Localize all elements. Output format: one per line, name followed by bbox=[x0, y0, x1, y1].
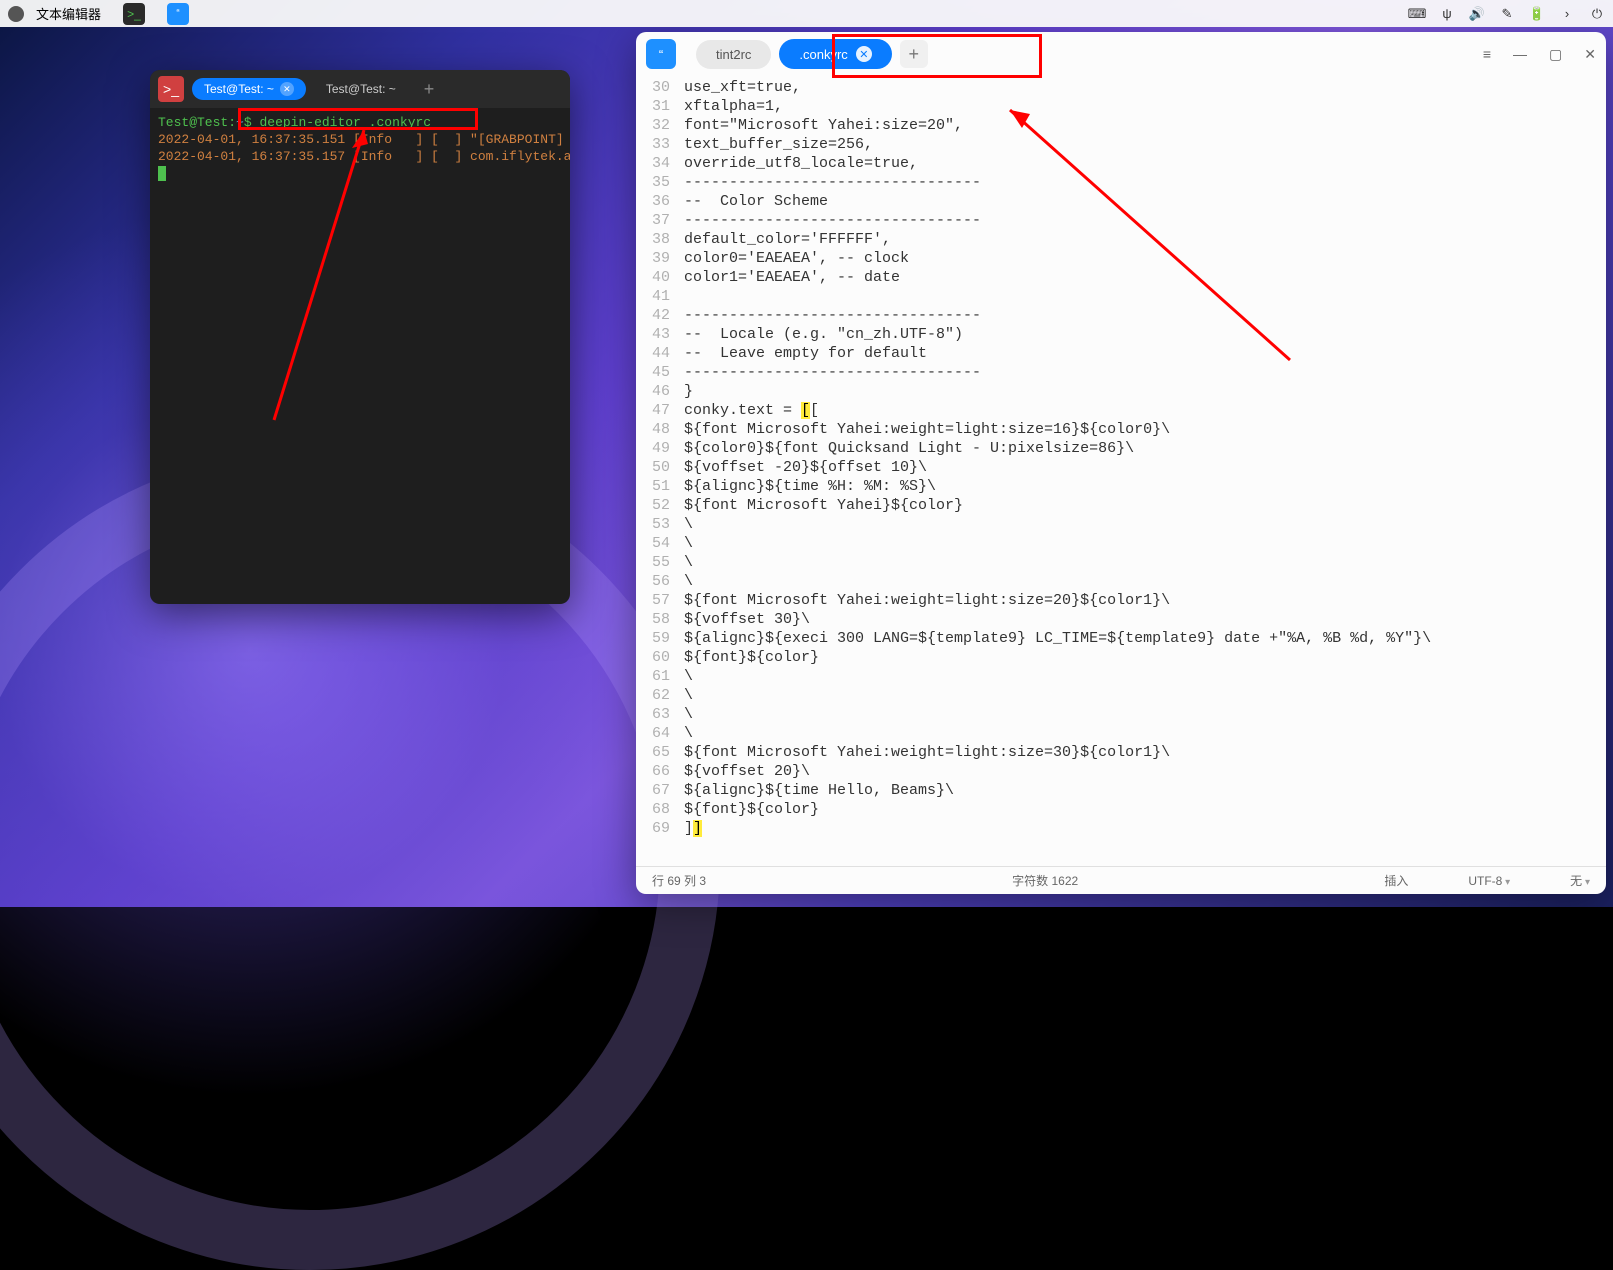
editor-window[interactable]: “ tint2rc .conkyrc ✕ + ≡ — ▢ ✕ 30 31 32 … bbox=[636, 32, 1606, 894]
status-encoding[interactable]: UTF-8 bbox=[1468, 874, 1510, 888]
keyboard-icon[interactable]: ⌨ bbox=[1409, 6, 1425, 22]
close-icon[interactable]: ✕ bbox=[856, 46, 872, 62]
battery-icon[interactable]: 🔋 bbox=[1529, 6, 1545, 22]
status-position[interactable]: 行 69 列 3 bbox=[652, 872, 706, 889]
power-icon[interactable]: ⏻ bbox=[1589, 6, 1605, 22]
sound-icon[interactable]: 🔊 bbox=[1469, 6, 1485, 22]
status-charcount: 字符数 1622 bbox=[1012, 872, 1078, 889]
prompt-user: Test@Test bbox=[158, 115, 228, 130]
maximize-button[interactable]: ▢ bbox=[1549, 46, 1562, 63]
system-tray: ⌨ ψ 🔊 ✎ 🔋 › ⏻ bbox=[1409, 6, 1605, 22]
terminal-log-line: 2022-04-01, 16:37:35.151 [Info ] [ ] "[G… bbox=[158, 132, 564, 147]
editor-body[interactable]: 30 31 32 33 34 35 36 37 38 39 40 41 42 4… bbox=[636, 76, 1606, 866]
editor-app-icon: “ bbox=[646, 39, 676, 69]
terminal-tab-1[interactable]: Test@Test: ~ ✕ bbox=[192, 78, 306, 100]
close-button[interactable]: ✕ bbox=[1584, 46, 1596, 63]
app-title: 文本编辑器 bbox=[36, 4, 101, 23]
more-icon[interactable]: › bbox=[1559, 6, 1575, 22]
deepin-logo-icon[interactable] bbox=[8, 6, 24, 22]
system-topbar: 文本编辑器 >_ “ ⌨ ψ 🔊 ✎ 🔋 › ⏻ bbox=[0, 0, 1613, 27]
terminal-add-tab-button[interactable]: + bbox=[416, 79, 443, 100]
editor-tab-conkyrc[interactable]: .conkyrc ✕ bbox=[779, 39, 891, 69]
edit-tray-icon[interactable]: ✎ bbox=[1499, 6, 1515, 22]
terminal-tab-2[interactable]: Test@Test: ~ bbox=[314, 78, 408, 100]
terminal-cursor bbox=[158, 166, 166, 181]
terminal-tab-2-label: Test@Test: ~ bbox=[326, 82, 396, 96]
terminal-tabbar: >_ Test@Test: ~ ✕ Test@Test: ~ + bbox=[150, 70, 570, 108]
editor-tab-label: tint2rc bbox=[716, 47, 751, 62]
terminal-body[interactable]: Test@Test:~$ deepin-editor .conkyrc 2022… bbox=[150, 108, 570, 188]
taskbar-editor-icon[interactable]: “ bbox=[167, 3, 189, 25]
close-icon[interactable]: ✕ bbox=[280, 82, 294, 96]
terminal-window[interactable]: >_ Test@Test: ~ ✕ Test@Test: ~ + Test@Te… bbox=[150, 70, 570, 604]
terminal-log-line: 2022-04-01, 16:37:35.157 [Info ] [ ] com… bbox=[158, 149, 570, 164]
status-language[interactable]: 无 bbox=[1570, 872, 1590, 889]
code-area[interactable]: use_xft=true, xftalpha=1, font="Microsof… bbox=[678, 76, 1606, 866]
taskbar-terminal-icon[interactable]: >_ bbox=[123, 3, 145, 25]
menu-icon[interactable]: ≡ bbox=[1483, 46, 1491, 62]
terminal-app-icon: >_ bbox=[158, 76, 184, 102]
terminal-command: deepin-editor .conkyrc bbox=[259, 115, 431, 130]
editor-add-tab-button[interactable]: + bbox=[900, 40, 928, 68]
usb-icon[interactable]: ψ bbox=[1439, 6, 1455, 22]
editor-titlebar[interactable]: “ tint2rc .conkyrc ✕ + ≡ — ▢ ✕ bbox=[636, 32, 1606, 76]
minimize-button[interactable]: — bbox=[1513, 46, 1527, 62]
status-insert-mode[interactable]: 插入 bbox=[1384, 872, 1408, 889]
line-number-gutter: 30 31 32 33 34 35 36 37 38 39 40 41 42 4… bbox=[636, 76, 678, 866]
terminal-tab-1-label: Test@Test: ~ bbox=[204, 82, 274, 96]
prompt-path: ~ bbox=[236, 115, 244, 130]
prompt-sep: : bbox=[228, 115, 236, 130]
editor-tab-label: .conkyrc bbox=[799, 47, 847, 62]
editor-statusbar: 行 69 列 3 字符数 1622 插入 UTF-8 无 bbox=[636, 866, 1606, 894]
prompt-sym: $ bbox=[244, 115, 252, 130]
editor-tab-tint2rc[interactable]: tint2rc bbox=[696, 40, 771, 69]
